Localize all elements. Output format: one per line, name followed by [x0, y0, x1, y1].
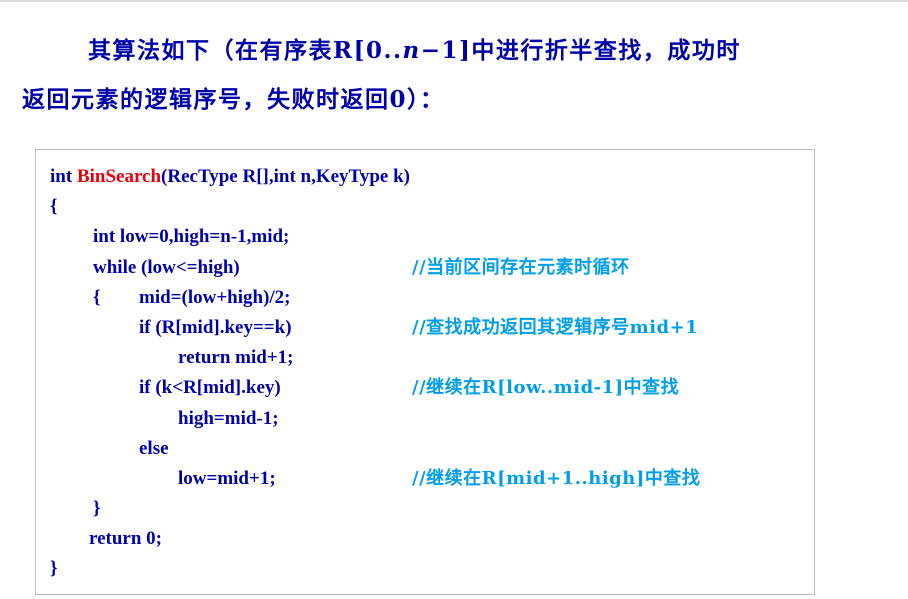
intro-line-2: 返回元素的逻辑序号，失败时返回0）：	[22, 86, 445, 113]
comment-right-half: //继续在R[mid+1..high]中查找	[412, 467, 701, 489]
open-brace: {	[50, 196, 58, 218]
mid-assign: mid=(low+high)/2;	[139, 286, 291, 308]
while-statement: while (low<=high)	[93, 256, 240, 278]
return-mid-statement: return mid+1;	[178, 347, 294, 369]
if-less-statement: if (k<R[mid].key)	[139, 377, 281, 399]
comment-left-half: //继续在R[low..mid-1]中查找	[412, 377, 680, 399]
code-line-low: low=mid+1; //继续在R[mid+1..high]中查找	[50, 464, 810, 494]
code-line-if-equal: if (R[mid].key==k) //查找成功返回其逻辑序号mid+1	[50, 313, 810, 343]
close-brace: }	[50, 558, 58, 580]
code-line-declare: int low=0,high=n-1,mid;	[50, 222, 810, 252]
code-line-open-brace: {	[50, 192, 810, 222]
code-line-loop-close: }	[50, 494, 810, 524]
intro-paragraph: 其算法如下（在有序表R[0..n−1]中进行折半查找，成功时 返回元素的逻辑序号…	[22, 26, 892, 124]
code-line-high: high=mid-1;	[50, 404, 810, 434]
loop-open-brace: {	[93, 286, 101, 308]
code-block: int BinSearch(RecType R[],int n,KeyType …	[35, 149, 815, 595]
function-params: (RecType R[],int n,KeyType k)	[161, 166, 410, 187]
high-assign: high=mid-1;	[178, 407, 279, 429]
code-line-signature: int BinSearch(RecType R[],int n,KeyType …	[50, 162, 810, 192]
else-keyword: else	[139, 437, 169, 459]
code-listing: int BinSearch(RecType R[],int n,KeyType …	[50, 162, 810, 585]
code-line-mid: { mid=(low+high)/2;	[50, 283, 810, 313]
slide-page: 其算法如下（在有序表R[0..n−1]中进行折半查找，成功时 返回元素的逻辑序号…	[0, 0, 908, 599]
code-line-return-mid: return mid+1;	[50, 343, 810, 373]
loop-close-brace: }	[93, 498, 101, 520]
code-line-while: while (low<=high) //当前区间存在元素时循环	[50, 253, 810, 283]
code-line-close-brace: }	[50, 554, 810, 584]
intro-line-1: 其算法如下（在有序表R[0..n−1]中进行折半查找，成功时	[22, 26, 892, 75]
comment-while: //当前区间存在元素时循环	[412, 256, 630, 278]
low-assign: low=mid+1;	[178, 467, 276, 489]
code-line-if-less: if (k<R[mid].key) //继续在R[low..mid-1]中查找	[50, 373, 810, 403]
comment-found: //查找成功返回其逻辑序号mid+1	[412, 316, 699, 338]
intro-text-a: 其算法如下（在有序表R[0..	[88, 37, 403, 64]
function-name: BinSearch	[76, 166, 162, 187]
return-type: int	[50, 166, 77, 187]
declare-statement: int low=0,high=n-1,mid;	[93, 226, 290, 248]
if-equal-statement: if (R[mid].key==k)	[139, 316, 292, 338]
top-divider	[0, 0, 908, 2]
intro-italic-n: n	[402, 37, 421, 64]
intro-text-b: −1]中进行折半查找，成功时	[420, 37, 741, 64]
code-line-return-zero: return 0;	[50, 524, 810, 554]
return-zero-statement: return 0;	[89, 528, 162, 550]
code-line-else: else	[50, 434, 810, 464]
